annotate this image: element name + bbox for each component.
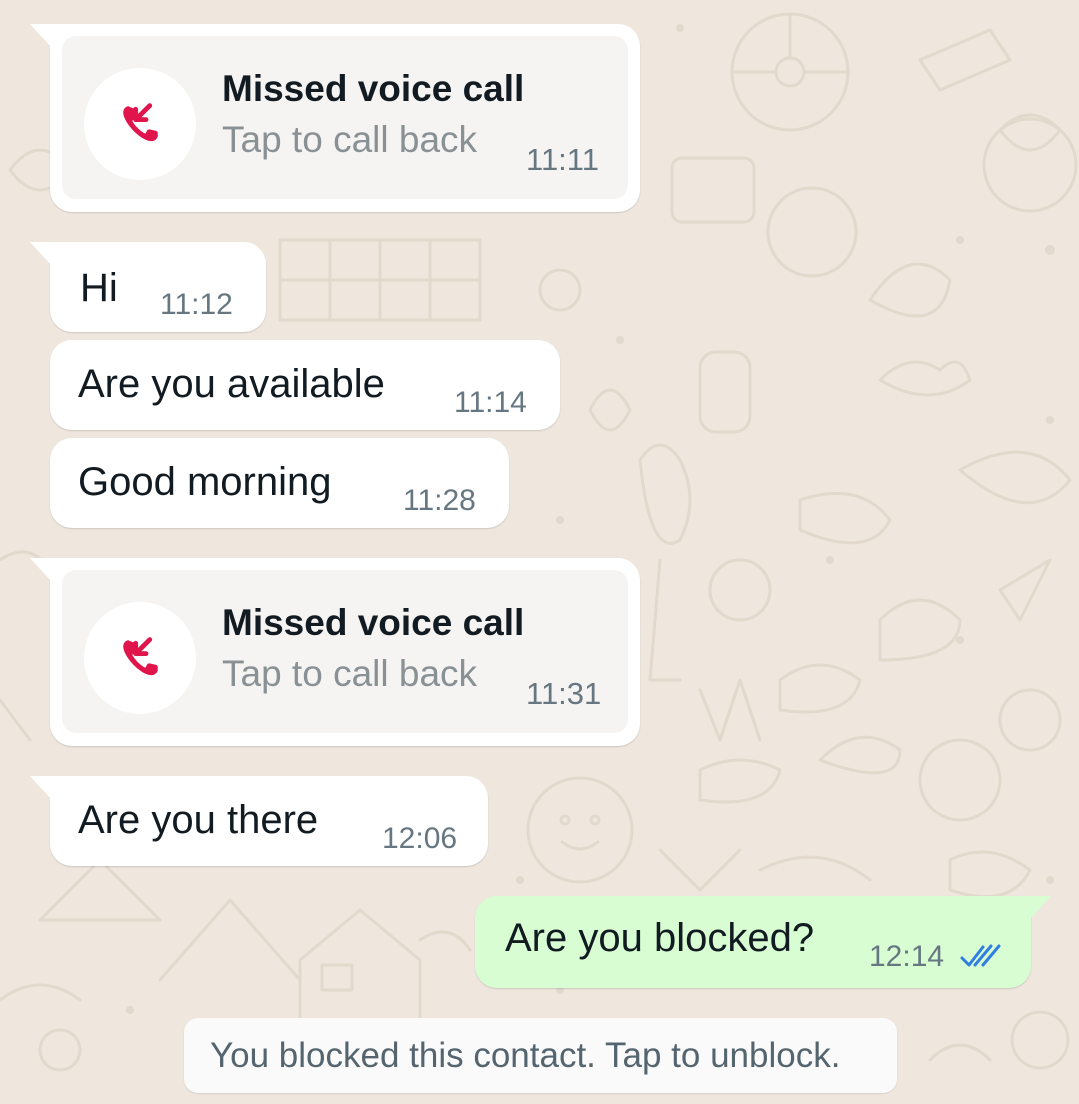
missed-call-icon-circle <box>84 602 196 714</box>
missed-call-card[interactable]: Missed voice call Tap to call back 11:11 <box>62 36 628 199</box>
message-text: Are you available <box>78 362 385 406</box>
message-timestamp: 11:28 <box>403 484 476 517</box>
missed-call-icon-circle <box>84 68 196 180</box>
message-timestamp: 11:14 <box>454 386 527 419</box>
incoming-text-message[interactable]: Are you there 12:06 <box>30 776 488 866</box>
missed-call-message[interactable]: Missed voice call Tap to call back 11:11 <box>30 24 640 212</box>
outgoing-text-message[interactable]: Are you blocked? 12:14 <box>475 896 1051 988</box>
tap-to-call-back-label[interactable]: Tap to call back <box>222 655 477 692</box>
missed-call-card[interactable]: Missed voice call Tap to call back 11:31 <box>62 570 628 733</box>
message-timestamp: 11:31 <box>526 676 602 711</box>
message-text: Hi <box>80 266 118 310</box>
double-check-icon <box>960 944 1001 967</box>
message-timestamp: 12:06 <box>382 822 458 855</box>
missed-call-message[interactable]: Missed voice call Tap to call back 11:31 <box>30 558 640 746</box>
message-timestamp: 12:14 <box>869 940 945 973</box>
message-text: Good morning <box>78 460 332 504</box>
message-text: Are you blocked? <box>505 916 815 960</box>
missed-call-title: Missed voice call <box>222 602 525 643</box>
tap-to-call-back-label[interactable]: Tap to call back <box>222 121 477 158</box>
blocked-contact-notice-text: You blocked this contact. Tap to unblock… <box>210 1036 841 1075</box>
blocked-contact-notice[interactable]: You blocked this contact. Tap to unblock… <box>184 1018 897 1093</box>
message-text: Are you there <box>78 798 319 842</box>
message-timestamp: 11:12 <box>160 288 233 321</box>
incoming-text-message[interactable]: Good morning 11:28 <box>50 438 509 528</box>
missed-call-icon <box>123 103 158 142</box>
missed-call-title: Missed voice call <box>222 68 525 109</box>
message-timestamp: 11:11 <box>526 142 599 177</box>
incoming-text-message[interactable]: Are you available 11:14 <box>50 340 560 430</box>
incoming-text-message[interactable]: Hi 11:12 <box>30 242 266 332</box>
missed-call-icon <box>123 637 158 676</box>
